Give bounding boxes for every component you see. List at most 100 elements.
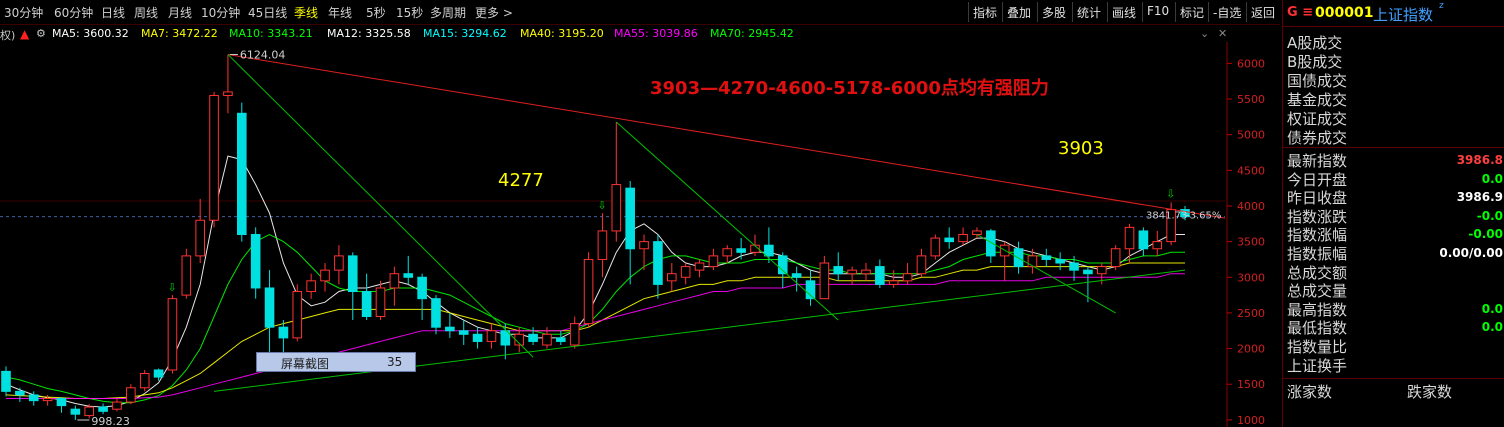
tool-mark[interactable]: 标记 [1175, 2, 1208, 22]
candle-body-up [861, 269, 871, 275]
kline-chart[interactable]: 6124.04 998.23 3841.73-3.65% ⇩ ⇩ ⇩ 3903—4270-4… [0, 42, 1280, 427]
y-tick-label: 5500 [1237, 93, 1265, 106]
ma-prefix: 权) [0, 29, 16, 42]
candle-body-down [764, 244, 774, 257]
advancers-label: 涨家数 [1287, 383, 1333, 401]
period-15sec[interactable]: 15秒 [396, 4, 423, 21]
candle-body-down [250, 234, 261, 289]
candle-body-up [597, 230, 608, 260]
candle-body-down [56, 397, 67, 407]
stat-value: 3986.9 [1456, 190, 1503, 205]
ma55-label: MA55: 3039.86 [614, 27, 698, 40]
candle-body-up [1027, 255, 1038, 268]
candle-body-up [375, 287, 386, 317]
candle-body-down [417, 276, 427, 300]
candle-body-down [431, 298, 441, 328]
candle-body-down [403, 273, 414, 278]
period-45day[interactable]: 45日线 [248, 4, 287, 21]
candle-body-down [1069, 262, 1079, 271]
candle-body-up [666, 273, 677, 282]
candle-body-down [445, 326, 455, 332]
tool-indicator[interactable]: 指标 [968, 2, 1001, 22]
candle-body-up [930, 237, 941, 257]
tool-overlay[interactable]: 叠加 [1002, 2, 1035, 22]
ma10-label: MA10: 3343.21 [229, 27, 313, 40]
ma7-label: MA7: 3472.22 [141, 27, 218, 40]
index-name-sup: z [1439, 1, 1444, 11]
y-tick-label: 5000 [1237, 129, 1265, 142]
candle-body-up [112, 401, 122, 410]
period-30min[interactable]: 30分钟 [4, 4, 43, 21]
tool-multi-stock[interactable]: 多股 [1037, 2, 1070, 22]
candle-body-up [139, 373, 150, 389]
candle-body-up [334, 255, 344, 271]
candle-body-up [195, 219, 205, 257]
period-toolbar: 30分钟 60分钟 日线 周线 月线 10分钟 45日线 季线 年线 5秒 15… [0, 0, 1280, 25]
y-tick-label: 6000 [1237, 57, 1265, 70]
y-tick-label: 1500 [1237, 378, 1265, 391]
period-60min[interactable]: 60分钟 [54, 4, 93, 21]
signal-arrow-icon: ⇩ [1166, 188, 1175, 201]
ma40-label: MA40: 3195.20 [520, 27, 604, 40]
settings-gear-icon[interactable]: ⚙ [36, 27, 46, 40]
period-month[interactable]: 月线 [168, 4, 192, 21]
stat-value: 0.0 [1481, 301, 1503, 316]
candle-body-down [625, 187, 635, 250]
candle-body-down [264, 287, 275, 328]
candle-body-down [791, 273, 802, 278]
period-week[interactable]: 周线 [134, 4, 158, 21]
signal-arrow-icon: ⇩ [167, 281, 176, 294]
period-more[interactable]: 更多 > [475, 4, 513, 21]
level-3903-annotation: 3903 [1058, 138, 1104, 159]
tool-f10[interactable]: F10 [1142, 2, 1173, 22]
tool-back[interactable]: 返回 [1246, 2, 1279, 22]
index-code: 000001 [1315, 5, 1374, 21]
candle-body-down [1, 370, 11, 392]
period-day[interactable]: 日线 [101, 4, 125, 21]
candle-body-down [986, 230, 996, 257]
candle-body-down [458, 330, 469, 335]
y-tick-label: 4500 [1237, 164, 1265, 177]
tool-draw[interactable]: 画线 [1107, 2, 1140, 22]
collapse-chevron-icon[interactable]: ⌄ [1200, 27, 1209, 40]
volume-row-label: 基金成交 [1287, 91, 1348, 109]
candle-body-up [1152, 241, 1163, 250]
volume-row-label: B股成交 [1287, 53, 1343, 71]
tool-watchlist[interactable]: -自选 [1208, 2, 1245, 22]
stat-value: -0.00 [1468, 227, 1503, 242]
up-arrow-icon[interactable]: ▲ [20, 27, 29, 41]
candle-body-down [98, 406, 108, 412]
candle-body-down [70, 408, 81, 415]
period-year[interactable]: 年线 [328, 4, 352, 21]
candle-body-down [736, 248, 746, 253]
downtrend-line [615, 121, 839, 321]
high-value-label: 6124.04 [240, 49, 286, 62]
candle-body-up [126, 387, 136, 403]
stat-value: 3986.8 [1456, 153, 1503, 167]
period-10min[interactable]: 10分钟 [201, 4, 240, 21]
panel-divider [1283, 26, 1504, 27]
period-5sec[interactable]: 5秒 [366, 4, 386, 21]
panel-prefix[interactable]: G ≡ [1287, 5, 1313, 20]
candle-body-up [1110, 248, 1121, 268]
candle-body-up [292, 291, 303, 339]
candle-body-up [958, 234, 968, 243]
candle-body-down [528, 333, 538, 342]
index-name: 上证指数 [1373, 6, 1434, 24]
candle-body-up [569, 323, 580, 346]
tool-stats[interactable]: 统计 [1072, 2, 1105, 22]
period-multi[interactable]: 多周期 [430, 4, 466, 21]
candle-body-down [944, 237, 954, 243]
level-4277-annotation: 4277 [498, 170, 544, 191]
close-icon[interactable]: ✕ [1218, 27, 1227, 40]
candle-body-down [833, 266, 844, 275]
candle-body-down [237, 112, 247, 235]
candle-body-up [916, 255, 927, 275]
candle-body-up [167, 298, 178, 371]
decliners-label: 跌家数 [1407, 383, 1453, 401]
candle-body-up [389, 273, 400, 289]
volume-row-label: 债券成交 [1287, 129, 1348, 147]
period-quarter[interactable]: 季线 [294, 4, 318, 21]
candle-body-down [153, 369, 164, 378]
candle-body-up [542, 333, 552, 346]
